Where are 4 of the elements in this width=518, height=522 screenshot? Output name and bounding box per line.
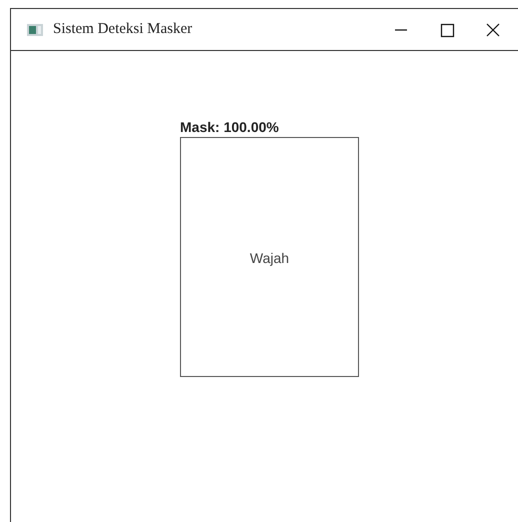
mask-score: Mask: 100.00%	[180, 119, 280, 137]
app-icon	[27, 24, 43, 36]
face-label: Wajah	[250, 250, 290, 266]
window-title: Sistem Deteksi Masker	[53, 21, 194, 38]
